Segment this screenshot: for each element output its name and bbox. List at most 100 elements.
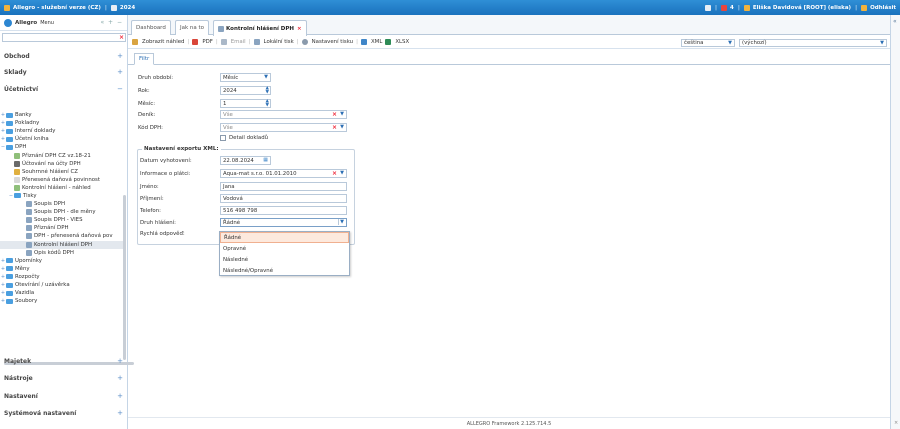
tree-item-rozpocty[interactable]: + Rozpočty bbox=[0, 273, 125, 281]
section-majetek[interactable]: Majetek + bbox=[0, 354, 127, 368]
collapse-icon[interactable]: − bbox=[117, 85, 123, 93]
rok-stepper[interactable]: 2024 ▲ ▼ bbox=[220, 86, 271, 95]
app-title[interactable]: Allegro - služební verze (CZ) bbox=[13, 5, 101, 11]
kod-dph-select[interactable]: Vše × ▼ bbox=[220, 123, 347, 132]
denik-select[interactable]: Vše × ▼ bbox=[220, 110, 347, 119]
printer-icon bbox=[26, 217, 32, 224]
printer-icon bbox=[26, 233, 32, 240]
language-controls: čeština ▼ (výchozí) ▼ bbox=[681, 36, 890, 49]
print-settings-button[interactable]: Nastavení tisku bbox=[301, 39, 353, 45]
clear-icon[interactable]: × bbox=[332, 124, 337, 131]
expand-icon[interactable]: + bbox=[117, 68, 123, 76]
tree-item-banky[interactable]: + Banky bbox=[0, 111, 125, 119]
tree-item-otevirani[interactable]: + Otevírání / uzávěrka bbox=[0, 281, 125, 289]
option-nasledne-opravne[interactable]: Následné/Opravné bbox=[220, 265, 349, 276]
user-icon bbox=[743, 4, 750, 11]
chevron-down-icon: ▼ bbox=[340, 170, 344, 176]
clear-icon[interactable]: × bbox=[332, 111, 337, 118]
tree-item-souhrnne-hlaseni[interactable]: Souhrnné hlášení CZ bbox=[0, 168, 125, 176]
tree-item-ucetni-kniha[interactable]: + Účetní kniha bbox=[0, 135, 125, 143]
xml-button[interactable]: XML bbox=[360, 39, 382, 45]
tree-item-prenesena[interactable]: Přenesená daňová povinnost bbox=[0, 176, 125, 184]
detail-checkbox[interactable] bbox=[220, 135, 226, 141]
clear-icon[interactable]: × bbox=[332, 170, 337, 177]
druh-obdobi-select[interactable]: Měsíc ▼ bbox=[220, 73, 271, 82]
druh-hlaseni-select[interactable]: Řádné ▼ bbox=[220, 218, 347, 227]
sidebar-vertical-scrollbar[interactable] bbox=[123, 195, 126, 360]
panel-toggle-icon[interactable]: × bbox=[894, 420, 898, 426]
export-legend: Nastavení exportu XML: bbox=[142, 146, 221, 152]
tree-item-priznani-dph[interactable]: Přiznání DPH CZ vz.18-21 bbox=[0, 151, 125, 159]
tab-kontrolni-hlaseni[interactable]: Kontrolní hlášení DPH × bbox=[213, 20, 307, 36]
prijmeni-input[interactable]: Vodová bbox=[220, 194, 347, 203]
option-radne[interactable]: Řádné bbox=[220, 232, 349, 243]
option-opravne[interactable]: Opravné bbox=[220, 243, 349, 254]
default-select[interactable]: (výchozí) ▼ bbox=[739, 38, 887, 47]
tree-item-kontrolni-nahled[interactable]: Kontrolní hlášení - náhled bbox=[0, 184, 125, 192]
row-mesic: Měsíc: 1 ▲ ▼ bbox=[138, 99, 271, 108]
logout-icon[interactable] bbox=[861, 4, 868, 11]
informace-select[interactable]: Aqua-mat s.r.o. 01.01.2010 × ▼ bbox=[220, 169, 347, 178]
tree-item-pokladny[interactable]: + Pokladny bbox=[0, 119, 125, 127]
datum-input[interactable]: 22.08.2024 ▦ bbox=[220, 156, 271, 165]
clear-search-icon[interactable]: × bbox=[119, 34, 124, 41]
mesic-stepper[interactable]: 1 ▲ ▼ bbox=[220, 99, 271, 108]
section-ucetnictvi[interactable]: Účetnictví − bbox=[0, 82, 127, 96]
tree-item-dph[interactable]: − DPH bbox=[0, 143, 125, 151]
section-systemova-nastaveni[interactable]: Systémová nastavení + bbox=[0, 406, 127, 420]
top-bar: Allegro - služební verze (CZ) | 2024 | 4… bbox=[0, 0, 900, 15]
xlsx-button[interactable]: XLSX bbox=[385, 39, 409, 45]
stepper-icon: ▲ ▼ bbox=[265, 86, 269, 95]
tree-item-soubory[interactable]: + Soubory bbox=[0, 297, 125, 305]
sidebar-controls[interactable]: « + − bbox=[100, 19, 123, 26]
expand-icon[interactable]: + bbox=[117, 52, 123, 60]
section-nastaveni[interactable]: Nastavení + bbox=[0, 389, 127, 403]
footer: ALLEGRO Framework 2.125.714.5 bbox=[128, 417, 890, 429]
year-label[interactable]: 2024 bbox=[120, 5, 135, 11]
tree-item-kontrolni-hlaseni[interactable]: Kontrolní hlášení DPH bbox=[0, 240, 125, 249]
expand-icon[interactable]: + bbox=[117, 392, 123, 400]
report-icon bbox=[14, 152, 20, 159]
jmeno-input[interactable]: Jana bbox=[220, 182, 347, 191]
email-button[interactable]: Email bbox=[220, 39, 246, 45]
tree-item-dph-prenesena[interactable]: DPH - přenesená daňová pov bbox=[0, 232, 125, 240]
tab-jak-na-to[interactable]: Jak na to bbox=[175, 20, 210, 35]
notification-icon[interactable] bbox=[721, 4, 727, 11]
tree-item-opis-kodu[interactable]: Opis kódů DPH bbox=[0, 249, 125, 257]
tree-item-vazidla[interactable]: + Vazidla bbox=[0, 289, 125, 297]
tree-item-soupis-vies[interactable]: Soupis DPH - VIES bbox=[0, 216, 125, 224]
option-nasledne[interactable]: Následné bbox=[220, 254, 349, 265]
tree-item-tisky[interactable]: − Tisky bbox=[0, 192, 125, 200]
notification-count[interactable]: 4 bbox=[730, 5, 734, 11]
tree-item-meny[interactable]: + Měny bbox=[0, 265, 125, 273]
tab-filtr[interactable]: Filtr bbox=[134, 53, 155, 65]
tree-item-interni-doklady[interactable]: + Interní doklady bbox=[0, 127, 125, 135]
expand-panel-icon[interactable]: « bbox=[893, 18, 897, 25]
tree-item-uctovani[interactable]: Účtování na účty DPH bbox=[0, 160, 125, 168]
tree-item-priznani-tisk[interactable]: Přiznání DPH bbox=[0, 224, 125, 232]
sidebar-search-input[interactable]: × bbox=[2, 33, 126, 42]
tree-item-upominky[interactable]: + Upomínky bbox=[0, 257, 125, 265]
folder-open-icon bbox=[14, 193, 21, 199]
home-icon[interactable] bbox=[4, 4, 10, 11]
tree-item-soupis-mena[interactable]: Soupis DPH - dle měny bbox=[0, 208, 125, 216]
preview-button[interactable]: Zobrazit náhled bbox=[132, 39, 184, 45]
telefon-input[interactable]: 516 498 798 bbox=[220, 206, 347, 215]
language-select[interactable]: čeština ▼ bbox=[681, 38, 735, 47]
row-kod-dph: Kód DPH: Vše × ▼ bbox=[138, 123, 347, 132]
local-print-button[interactable]: Lokální tisk bbox=[253, 39, 294, 45]
tab-dashboard[interactable]: Dashboard bbox=[131, 20, 171, 35]
section-sklady[interactable]: Sklady + bbox=[0, 65, 127, 79]
section-obchod[interactable]: Obchod + bbox=[0, 49, 127, 63]
window-icon[interactable] bbox=[704, 4, 711, 11]
user-name[interactable]: Eliška Davidová [ROOT] (eliska) bbox=[753, 5, 851, 11]
expand-icon[interactable]: + bbox=[117, 357, 123, 365]
pdf-button[interactable]: PDF bbox=[192, 39, 213, 45]
tree-item-soupis-dph[interactable]: Soupis DPH bbox=[0, 200, 125, 208]
close-tab-icon[interactable]: × bbox=[297, 26, 302, 32]
logout-button[interactable]: Odhlásit bbox=[870, 5, 896, 11]
expand-icon[interactable]: + bbox=[117, 409, 123, 417]
expand-icon[interactable]: + bbox=[117, 374, 123, 382]
section-nastroje[interactable]: Nástroje + bbox=[0, 371, 127, 385]
folder-icon bbox=[6, 136, 13, 142]
